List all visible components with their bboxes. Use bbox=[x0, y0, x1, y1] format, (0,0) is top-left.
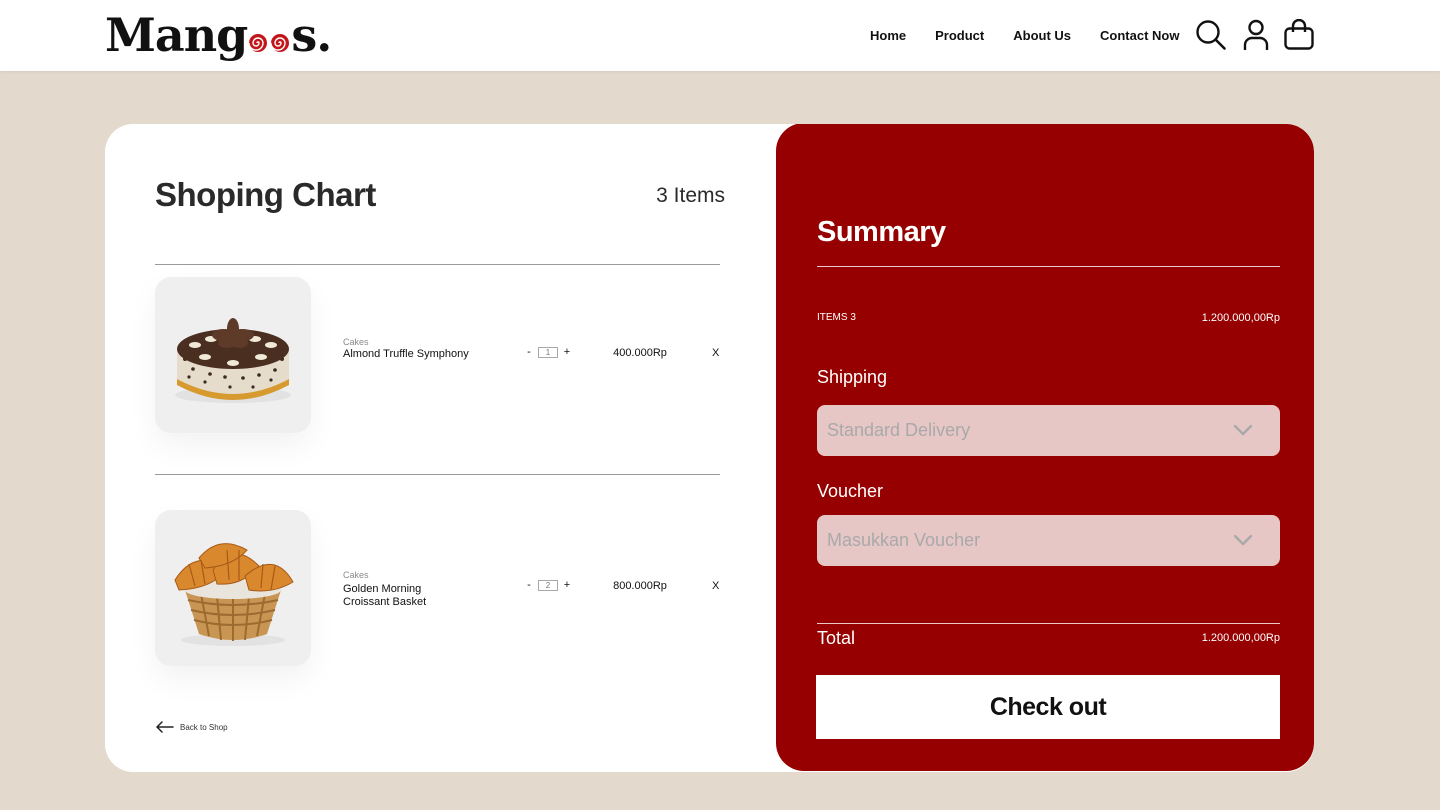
voucher-placeholder: Masukkan Voucher bbox=[827, 530, 981, 550]
chevron-down-icon bbox=[1233, 534, 1253, 546]
product-image-almond-truffle[interactable] bbox=[155, 277, 311, 433]
summary-items-value: 1.200.000,00Rp bbox=[1201, 312, 1280, 324]
main-nav: Home Product About Us Contact Now bbox=[870, 0, 1179, 71]
total-label: Total bbox=[817, 628, 856, 648]
nav-product[interactable]: Product bbox=[935, 28, 984, 43]
chevron-down-icon bbox=[1233, 424, 1253, 436]
quantity-decrease-button[interactable]: - bbox=[525, 579, 533, 591]
product-category: Cakes bbox=[343, 570, 369, 580]
quantity-input[interactable]: 2 bbox=[538, 579, 558, 591]
divider bbox=[817, 623, 1280, 624]
shipping-selected-value: Standard Delivery bbox=[827, 420, 971, 440]
account-button[interactable] bbox=[1240, 18, 1272, 52]
swirl-icon bbox=[270, 34, 290, 52]
site-header: Mang s. Home Product About Us Contact No… bbox=[0, 0, 1440, 71]
nav-about-us[interactable]: About Us bbox=[1013, 28, 1071, 43]
back-to-shop-link[interactable]: Back to Shop bbox=[155, 721, 228, 733]
product-name: Golden Morning Croissant Basket bbox=[343, 583, 427, 608]
remove-item-button[interactable]: X bbox=[712, 580, 719, 592]
quantity-stepper: - 2 + bbox=[525, 579, 571, 591]
logo-swirls bbox=[248, 33, 290, 53]
cart-item-count: 3 Items bbox=[656, 184, 725, 207]
quantity-increase-button[interactable]: + bbox=[563, 579, 571, 591]
quantity-increase-button[interactable]: + bbox=[563, 346, 571, 358]
logo-text-start: Mang bbox=[105, 8, 248, 62]
summary-title: Summary bbox=[817, 216, 946, 248]
nav-contact-now[interactable]: Contact Now bbox=[1100, 28, 1179, 43]
logo-text-end: s. bbox=[291, 8, 332, 62]
brand-logo[interactable]: Mang s. bbox=[105, 8, 332, 62]
voucher-label: Voucher bbox=[817, 481, 884, 501]
divider bbox=[155, 264, 720, 265]
total-value: 1.200.000,00Rp bbox=[1201, 632, 1280, 644]
quantity-stepper: - 1 + bbox=[525, 346, 571, 358]
cart-title: Shoping Chart bbox=[155, 176, 376, 213]
divider bbox=[155, 474, 720, 475]
cart-button[interactable] bbox=[1283, 18, 1315, 52]
shipping-label: Shipping bbox=[817, 367, 888, 387]
user-icon bbox=[1243, 19, 1269, 50]
product-category: Cakes bbox=[343, 337, 369, 347]
remove-item-button[interactable]: X bbox=[712, 347, 719, 359]
summary-items-label: ITEMS 3 bbox=[817, 312, 856, 323]
shipping-select[interactable]: Standard Delivery bbox=[817, 405, 1280, 456]
divider bbox=[817, 266, 1280, 267]
summary-panel: Summary ITEMS 3 1.200.000,00Rp Shipping … bbox=[776, 124, 1314, 771]
product-price: 800.000Rp bbox=[613, 580, 667, 592]
product-price: 400.000Rp bbox=[613, 347, 667, 359]
cart-card: Shoping Chart 3 Items Cakes Almond Truff… bbox=[105, 124, 1314, 772]
shopping-bag-icon bbox=[1284, 19, 1314, 50]
checkout-button[interactable]: Check out bbox=[816, 675, 1280, 739]
product-name: Almond Truffle Symphony bbox=[343, 348, 469, 360]
cake-image bbox=[175, 318, 291, 403]
search-icon bbox=[1196, 20, 1226, 50]
swirl-icon bbox=[248, 34, 268, 52]
quantity-decrease-button[interactable]: - bbox=[525, 346, 533, 358]
voucher-select[interactable]: Masukkan Voucher bbox=[817, 515, 1280, 566]
arrow-left-icon bbox=[156, 721, 174, 733]
back-to-shop-label: Back to Shop bbox=[180, 722, 228, 732]
product-image-croissant-basket[interactable] bbox=[155, 510, 311, 666]
search-button[interactable] bbox=[1195, 18, 1227, 52]
quantity-input[interactable]: 1 bbox=[538, 346, 558, 358]
nav-home[interactable]: Home bbox=[870, 28, 906, 43]
croissant-basket-image bbox=[174, 543, 294, 646]
